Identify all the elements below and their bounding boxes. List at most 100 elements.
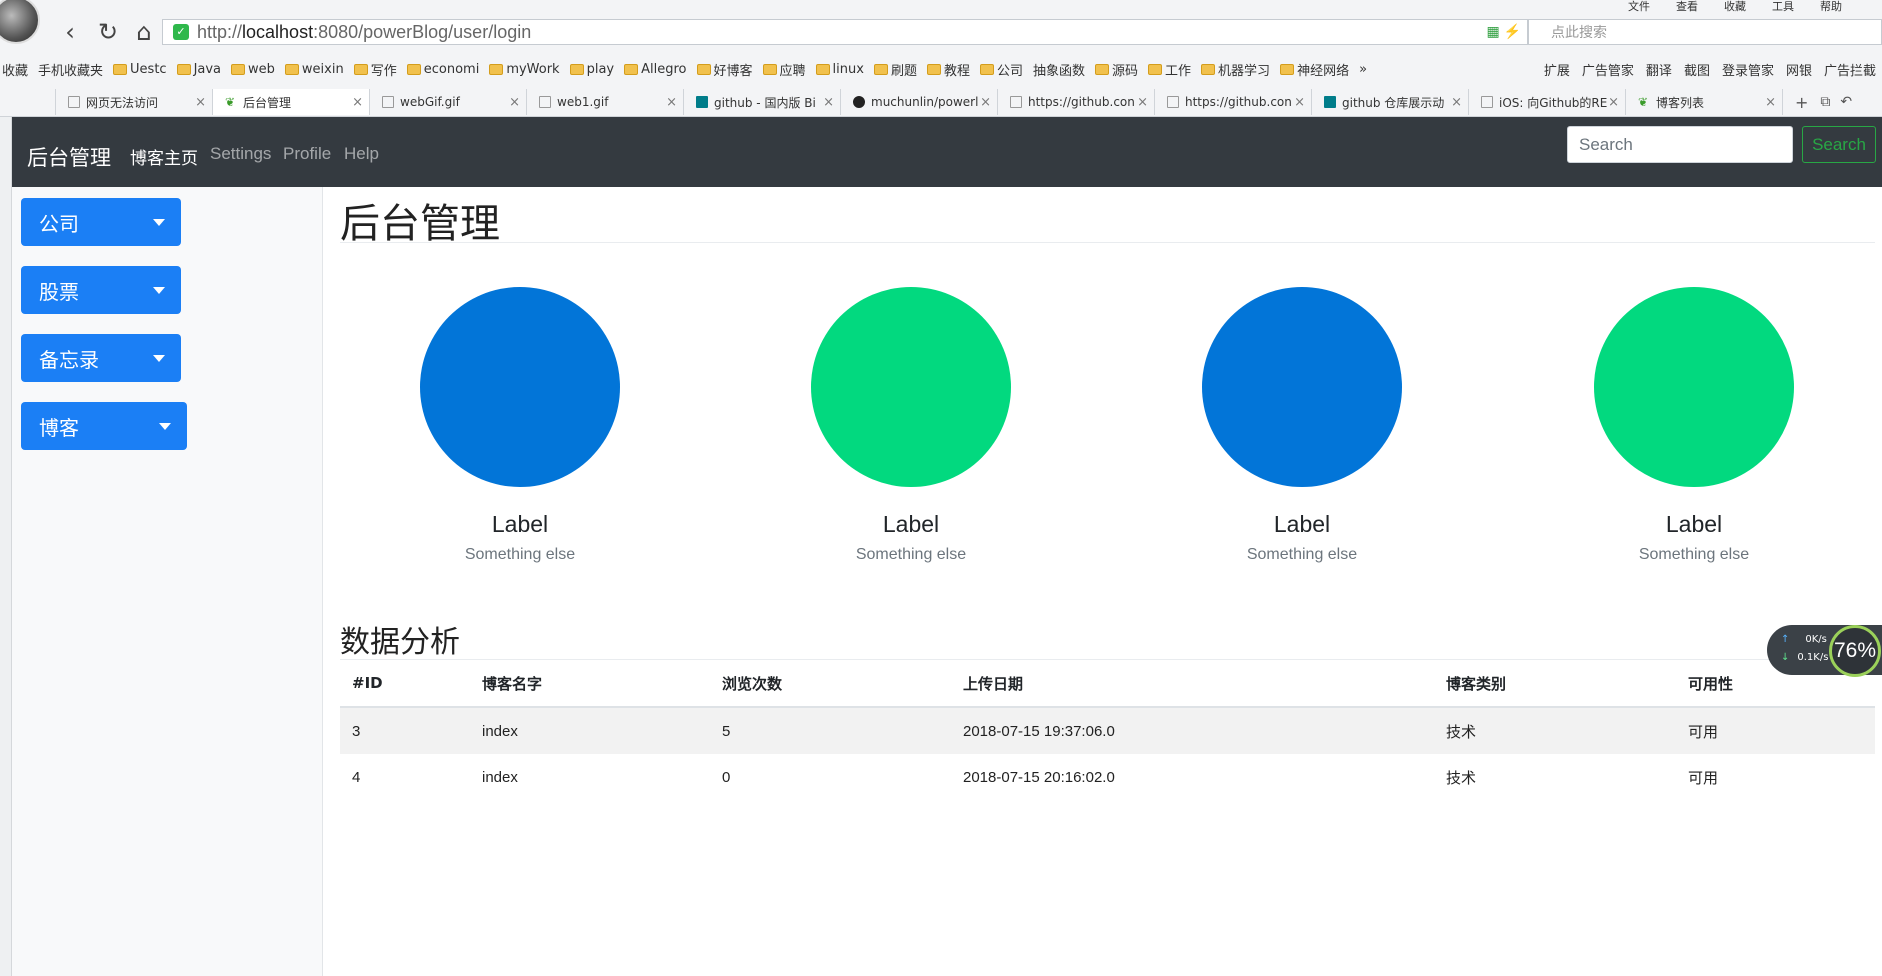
table-row[interactable]: 4 index 0 2018-07-15 20:16:02.0 技术 可用 [340, 754, 1875, 801]
close-icon[interactable]: × [1451, 95, 1462, 110]
bookmark-folder[interactable]: 机器学习 [1201, 60, 1270, 79]
close-icon[interactable]: × [352, 95, 363, 110]
home-icon[interactable]: ⌂ [130, 18, 158, 46]
folder-icon [926, 63, 941, 75]
qr-lightning-icon[interactable]: ▦ ⚡ [1486, 23, 1521, 40]
close-icon[interactable]: × [509, 95, 520, 110]
close-icon[interactable]: × [1608, 95, 1619, 110]
sidebar-dropdown-memo[interactable]: 备忘录 [21, 334, 181, 382]
nav-link-blog-home[interactable]: 博客主页 [130, 144, 198, 169]
tab-item[interactable]: https://github.con × [998, 89, 1155, 115]
menu-favorites[interactable]: 收藏 [1724, 0, 1746, 14]
bookmark-folder[interactable]: 刷题 [873, 60, 917, 79]
bookmarks-more-chevron-icon[interactable]: » [1359, 62, 1367, 77]
placeholder-card: Label Something else [1594, 287, 1794, 564]
bookmark-folder[interactable]: economi [406, 62, 479, 77]
cell-upload-date: 2018-07-15 20:16:02.0 [963, 769, 1115, 786]
restore-tabs-icon[interactable]: ⧉ [1820, 94, 1830, 110]
tool-translate[interactable]: 翻译 [1646, 60, 1672, 79]
tool-ad-block[interactable]: 广告拦截 [1824, 60, 1876, 79]
nav-link-settings[interactable]: Settings [210, 144, 271, 164]
tab-list-icon[interactable] [0, 89, 56, 115]
undo-close-icon[interactable]: ↶ [1840, 94, 1852, 110]
tab-item[interactable]: web1.gif × [527, 89, 684, 115]
tab-item[interactable]: iOS: 向Github的RE × [1469, 89, 1626, 115]
browser-search-input[interactable]: 点此搜索 [1528, 19, 1882, 45]
bookmark-folder[interactable]: 工作 [1148, 60, 1191, 79]
address-bar[interactable]: ✓ http://localhost:8080/powerBlog/user/l… [162, 19, 1528, 45]
tab-item[interactable]: muchunlin/powerl × [841, 89, 998, 115]
sprout-icon: ❦ [1638, 95, 1649, 109]
close-icon[interactable]: × [1294, 95, 1305, 110]
nav-link-help[interactable]: Help [344, 144, 379, 164]
tab-item-active[interactable]: ❦ 后台管理 × [213, 89, 370, 115]
bookmark-item[interactable]: 抽象函数 [1033, 60, 1085, 79]
user-avatar[interactable] [0, 0, 40, 44]
tab-item[interactable]: https://github.con × [1155, 89, 1312, 115]
bookmark-folder[interactable]: play [569, 62, 614, 77]
tool-login-manager[interactable]: 登录管家 [1722, 60, 1774, 79]
bookmark-folder[interactable]: 公司 [979, 60, 1023, 79]
browser-menu-bar: 文件 查看 收藏 工具 帮助 [0, 0, 1882, 14]
menu-help[interactable]: 帮助 [1820, 0, 1842, 14]
cell-id: 3 [340, 707, 470, 754]
tool-extensions[interactable]: 扩展 [1544, 60, 1570, 79]
card-label: Label [1273, 511, 1331, 537]
tool-bank[interactable]: 网银 [1786, 60, 1812, 79]
bookmark-folder[interactable]: 应聘 [762, 60, 806, 79]
network-speed-widget[interactable]: 0K/s 0.1K/s 76% [1767, 625, 1882, 677]
close-icon[interactable]: × [1137, 95, 1148, 110]
menu-tools[interactable]: 工具 [1772, 0, 1794, 14]
tool-screenshot[interactable]: 截图 [1684, 60, 1710, 79]
bookmark-folder[interactable]: 写作 [353, 60, 397, 79]
card-subtitle: Something else [1638, 546, 1750, 563]
card-subtitle: Something else [855, 546, 967, 563]
bookmark-folder[interactable]: Uestc [113, 62, 167, 77]
bookmark-favorites[interactable]: 收藏 [2, 60, 28, 79]
nav-link-profile[interactable]: Profile [283, 144, 331, 164]
caret-down-icon [153, 219, 165, 226]
tab-item[interactable]: github - 国内版 Bi × [684, 89, 841, 115]
card-subtitle: Something else [464, 546, 576, 563]
tab-item[interactable]: 网页无法访问 × [56, 89, 213, 115]
cell-availability: 可用 [1688, 769, 1719, 787]
browser-search-placeholder: 点此搜索 [1551, 24, 1607, 40]
bookmark-folder[interactable]: 神经网络 [1280, 60, 1349, 79]
bookmark-folder[interactable]: Java [176, 62, 221, 77]
bookmark-folder[interactable]: 教程 [926, 60, 970, 79]
navbar-brand[interactable]: 后台管理 [27, 142, 111, 172]
bookmark-folder[interactable]: 好博客 [696, 60, 753, 79]
search-input[interactable]: Search [1567, 126, 1793, 163]
bookmark-folder[interactable]: weixin [284, 62, 344, 77]
back-arrow-icon[interactable]: ‹ [56, 18, 84, 46]
folder-icon [1148, 63, 1163, 75]
top-navbar: 后台管理 博客主页 Settings Profile Help Search S… [12, 117, 1882, 187]
bookmark-mobile[interactable]: 手机收藏夹 [38, 60, 103, 79]
bookmark-folder[interactable]: myWork [489, 62, 560, 77]
bookmark-folder[interactable]: linux [815, 62, 864, 77]
refresh-icon[interactable]: ↻ [94, 18, 122, 46]
table-row[interactable]: 3 index 5 2018-07-15 19:37:06.0 技术 可用 [340, 707, 1875, 754]
close-icon[interactable]: × [666, 95, 677, 110]
menu-file[interactable]: 文件 [1628, 0, 1650, 14]
cell-upload-date: 2018-07-15 19:37:06.0 [951, 707, 1434, 754]
tab-item[interactable]: webGif.gif × [370, 89, 527, 115]
page-icon [382, 96, 394, 108]
close-icon[interactable]: × [195, 95, 206, 110]
upload-speed: 0K/s [1781, 634, 1827, 645]
sidebar-dropdown-company[interactable]: 公司 [21, 198, 181, 246]
close-icon[interactable]: × [980, 95, 991, 110]
close-icon[interactable]: × [1765, 95, 1776, 110]
sidebar-dropdown-stocks[interactable]: 股票 [21, 266, 181, 314]
bookmark-folder[interactable]: 源码 [1095, 60, 1138, 79]
menu-view[interactable]: 查看 [1676, 0, 1698, 14]
new-tab-plus-icon[interactable]: + [1795, 93, 1808, 112]
sidebar-dropdown-blog[interactable]: 博客 [21, 402, 187, 450]
search-button[interactable]: Search [1802, 126, 1876, 163]
tab-item[interactable]: github 仓库展示动 × [1312, 89, 1469, 115]
tab-item[interactable]: ❦ 博客列表 × [1626, 89, 1783, 115]
close-icon[interactable]: × [823, 95, 834, 110]
tool-ad-manager[interactable]: 广告管家 [1582, 60, 1634, 79]
bookmark-folder[interactable]: web [231, 62, 275, 77]
bookmark-folder[interactable]: Allegro [624, 62, 687, 77]
